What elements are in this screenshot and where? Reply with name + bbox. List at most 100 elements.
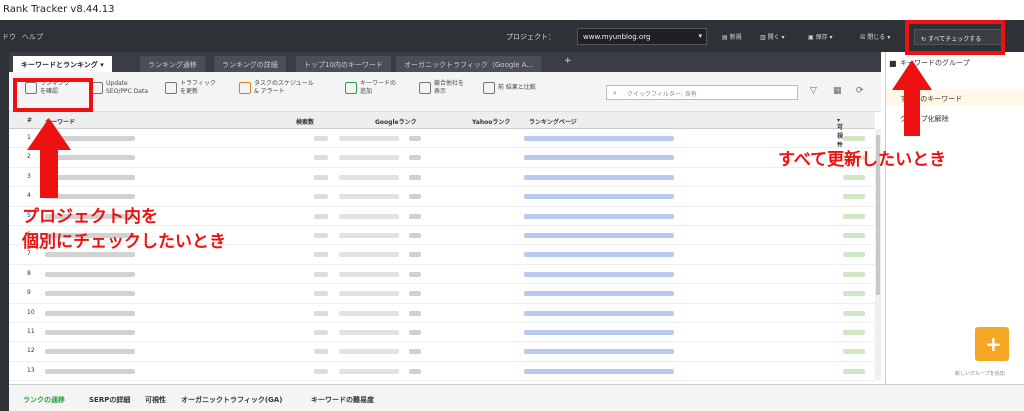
- visibility-cell: [843, 291, 865, 297]
- search-volume-cell: [314, 368, 328, 374]
- new-group-folder-icon[interactable]: +: [975, 327, 1009, 361]
- visibility-cell: [843, 252, 865, 258]
- keyword-cell: [45, 291, 135, 297]
- close-button[interactable]: ☒ 閉じる ▾: [860, 32, 890, 41]
- col-google-rank[interactable]: Googleランク: [375, 117, 417, 126]
- save-button[interactable]: ▣ 保存 ▾: [808, 32, 833, 41]
- ranking-page-link[interactable]: [524, 174, 674, 180]
- yahoo-rank-cell: [409, 233, 421, 238]
- google-rank-cell: [339, 194, 399, 200]
- table-row[interactable]: 2: [9, 148, 875, 168]
- add-tab-button[interactable]: +: [564, 56, 572, 66]
- left-sidebar: [0, 52, 9, 411]
- col-search-volume[interactable]: 検索数: [296, 117, 314, 126]
- google-rank-cell: [339, 155, 399, 161]
- search-volume-cell: [314, 310, 328, 316]
- yahoo-rank-cell: [409, 155, 421, 161]
- search-volume-cell: [314, 136, 328, 141]
- table-row[interactable]: 4: [9, 187, 875, 207]
- ranking-page-link[interactable]: [524, 213, 674, 219]
- table-row[interactable]: 13: [9, 362, 875, 382]
- ranking-page-link[interactable]: [524, 291, 674, 297]
- refresh-icon[interactable]: ⟳: [856, 86, 864, 96]
- search-volume-cell: [314, 155, 328, 161]
- bottom-tab-rank-progress[interactable]: ランクの通移: [23, 395, 65, 405]
- new-group-label[interactable]: 新しいグループを追加: [955, 370, 1005, 377]
- row-number: 8: [27, 269, 31, 277]
- visibility-cell: [843, 194, 865, 200]
- visibility-cell: [843, 213, 865, 219]
- new-button[interactable]: ▤ 新規: [722, 32, 742, 41]
- visibility-cell: [843, 368, 865, 374]
- compare-icon: [483, 82, 495, 94]
- menu-item-help[interactable]: ヘルプ: [22, 32, 43, 42]
- menu-item-window[interactable]: ドウ: [2, 32, 16, 42]
- ranking-page-link[interactable]: [524, 310, 674, 316]
- ranking-page-link[interactable]: [524, 136, 674, 141]
- google-rank-cell: [339, 330, 399, 335]
- yahoo-rank-cell: [409, 291, 421, 297]
- bottom-tab-serp-details[interactable]: SERPの詳細: [89, 395, 130, 405]
- project-select[interactable]: www.myunblog.org ▾: [577, 28, 707, 45]
- bottom-tab-keyword-difficulty[interactable]: キーワードの難易度: [311, 395, 374, 405]
- ranking-page-link[interactable]: [524, 330, 674, 335]
- table-row[interactable]: 9: [9, 284, 875, 304]
- highlight-box-check-all: [905, 20, 1005, 55]
- ranking-page-link[interactable]: [524, 155, 674, 161]
- chevron-down-icon: ▾: [698, 32, 702, 40]
- visibility-cell: [843, 349, 865, 355]
- google-rank-cell: [339, 349, 399, 355]
- tab-ranking-details[interactable]: ランキングの詳細: [214, 56, 286, 72]
- google-rank-cell: [339, 174, 399, 180]
- quick-filter-input[interactable]: ⌕ クイックフィルター: 含有: [606, 85, 798, 100]
- competitors-icon: [419, 82, 431, 94]
- col-yahoo-rank[interactable]: Yahooランク: [472, 117, 510, 126]
- table-row[interactable]: 12: [9, 342, 875, 362]
- google-rank-cell: [339, 136, 399, 141]
- table-row[interactable]: 3: [9, 168, 875, 188]
- bottom-tab-bar: ランクの通移 SERPの詳細 可視性 オーガニックトラフィック(GA) キーワー…: [9, 384, 1024, 411]
- table-row[interactable]: 1: [9, 129, 875, 149]
- menu-bar: ドウ ヘルプ プロジェクト： www.myunblog.org ▾ ▤ 新規 ▥…: [0, 20, 1024, 52]
- arrow-up-icon-right: [892, 60, 932, 136]
- col-ranking-page[interactable]: ランキングページ: [529, 117, 577, 126]
- row-number: 13: [27, 366, 35, 374]
- schedule-icon: [239, 82, 251, 94]
- ranking-page-link[interactable]: [524, 194, 674, 200]
- table-row[interactable]: 8: [9, 265, 875, 285]
- open-button[interactable]: ▥ 開く ▾: [760, 32, 785, 41]
- add-keyword-icon: [345, 82, 357, 94]
- arrow-up-icon-left: [27, 118, 71, 198]
- bottom-tab-organic-traffic[interactable]: オーガニックトラフィック(GA): [181, 395, 282, 405]
- keyword-cell: [45, 368, 135, 374]
- col-visibility[interactable]: 可視性 ▾: [837, 117, 843, 149]
- ranking-page-link[interactable]: [524, 252, 674, 258]
- row-number: 12: [27, 347, 35, 355]
- ranking-page-link[interactable]: [524, 233, 674, 238]
- yahoo-rank-cell: [409, 349, 421, 355]
- google-rank-cell: [339, 213, 399, 219]
- filter-icon[interactable]: ▽: [810, 86, 817, 96]
- title-bar: Rank Tracker v8.44.13: [0, 0, 1024, 20]
- table-row[interactable]: 10: [9, 304, 875, 323]
- table-header: # キーワード 検索数 Googleランク Yahooランク ランキングページ …: [9, 112, 875, 149]
- visibility-cell: [843, 174, 865, 180]
- folder-open-icon: ▥: [760, 34, 768, 41]
- table-row[interactable]: 11: [9, 323, 875, 343]
- tab-ranking-progress[interactable]: ランキング通移: [140, 56, 205, 72]
- traffic-icon: [165, 82, 177, 94]
- ranking-page-link[interactable]: [524, 368, 674, 374]
- tab-bar: キーワードとランキング ▾ ランキング通移 ランキングの詳細 トップ10内のキー…: [9, 52, 881, 72]
- bottom-tab-visibility[interactable]: 可視性: [145, 395, 166, 405]
- visibility-cell: [843, 233, 865, 238]
- tab-keywords-ranking[interactable]: キーワードとランキング ▾: [13, 56, 112, 72]
- ranking-page-link[interactable]: [524, 349, 674, 355]
- visibility-cell: [843, 310, 865, 316]
- grid-view-icon[interactable]: ▦: [833, 86, 842, 96]
- search-volume-cell: [314, 271, 328, 277]
- google-rank-cell: [339, 368, 399, 374]
- ranking-page-link[interactable]: [524, 271, 674, 277]
- tab-organic-traffic[interactable]: オーガニックトラフィック（Google A...: [396, 56, 542, 72]
- tab-top10-keywords[interactable]: トップ10内のキーワード: [296, 56, 391, 72]
- highlight-box-check-rank: [13, 78, 93, 112]
